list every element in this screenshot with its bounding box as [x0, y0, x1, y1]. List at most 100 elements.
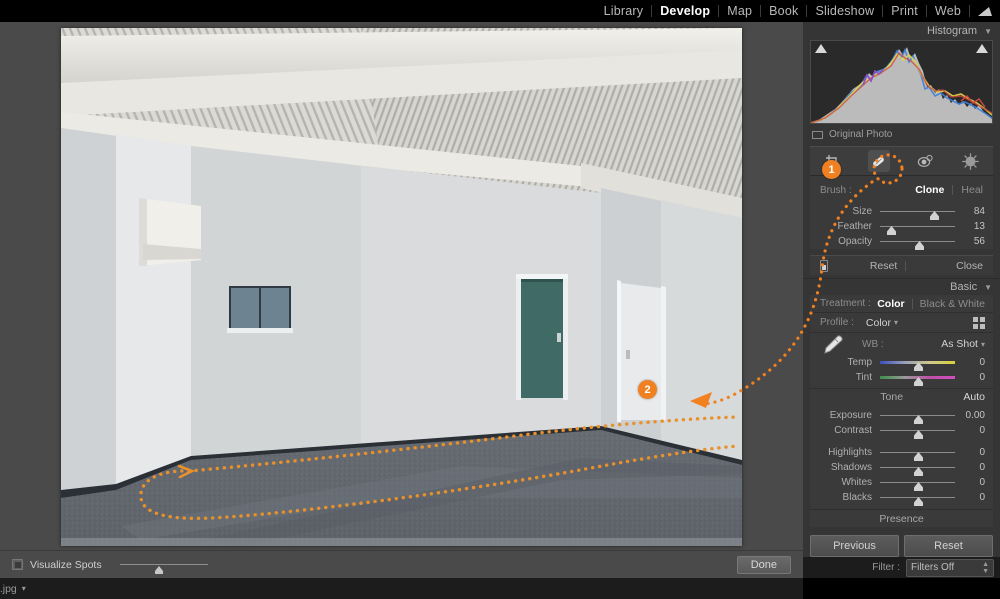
feather-label: Feather: [837, 221, 872, 232]
slider-knob[interactable]: [913, 463, 923, 476]
shadows-slider[interactable]: [880, 461, 955, 476]
temp-slider[interactable]: [880, 356, 955, 371]
previous-button[interactable]: Previous: [810, 535, 899, 557]
tone-auto-button[interactable]: Auto: [963, 391, 985, 403]
size-slider[interactable]: [880, 205, 955, 220]
whites-value[interactable]: 0: [963, 477, 985, 488]
tint-label: Tint: [855, 372, 872, 383]
histogram-graph[interactable]: [810, 40, 993, 124]
treatment-label: Treatment :: [820, 298, 871, 309]
chevron-down-icon[interactable]: ▼: [984, 283, 992, 292]
whites-label: Whites: [841, 477, 872, 488]
slider-knob[interactable]: [913, 448, 923, 461]
blacks-value[interactable]: 0: [963, 492, 985, 503]
loupe-toolbar: Visualize Spots Done: [0, 550, 803, 578]
done-button[interactable]: Done: [736, 555, 791, 574]
tint-slider[interactable]: [880, 371, 955, 386]
module-slideshow[interactable]: Slideshow: [807, 0, 882, 22]
visualize-spots-slider[interactable]: [119, 559, 208, 574]
annotation-badge-2: 2: [638, 380, 657, 399]
chevron-down-icon[interactable]: ▼: [984, 27, 992, 36]
slider-knob[interactable]: [887, 222, 897, 235]
basic-panel-header[interactable]: Basic ▼: [803, 278, 1000, 295]
wb-dropdown-icon[interactable]: ▾: [981, 340, 985, 349]
slider-knob[interactable]: [913, 478, 923, 491]
shadows-value[interactable]: 0: [963, 462, 985, 473]
slider-knob[interactable]: [913, 493, 923, 506]
exposure-value[interactable]: 0.00: [963, 410, 985, 421]
visualize-spots-label: Visualize Spots: [30, 558, 102, 571]
whites-slider-row: Whites 0: [810, 475, 993, 491]
highlights-slider[interactable]: [880, 446, 955, 461]
filmstrip-filename: e.jpg: [0, 582, 17, 595]
histogram-header[interactable]: Histogram ▼: [803, 22, 1000, 40]
blacks-slider-row: Blacks 0: [810, 490, 993, 506]
contrast-slider-row: Contrast 0: [810, 423, 993, 439]
original-photo-row[interactable]: Original Photo: [803, 124, 1000, 146]
masking-tool[interactable]: [960, 150, 982, 172]
module-develop[interactable]: Develop: [652, 0, 718, 22]
slider-knob[interactable]: [913, 426, 923, 439]
filter-label: Filter :: [872, 562, 900, 573]
highlights-value[interactable]: 0: [963, 447, 985, 458]
slider-knob[interactable]: [913, 373, 923, 386]
profile-value[interactable]: Color: [866, 317, 891, 329]
profile-browser-grid-icon[interactable]: [973, 316, 985, 329]
tone-label: Tone: [880, 390, 904, 403]
filter-select[interactable]: Filters Off ▲ ▼: [906, 558, 994, 577]
brush-mode-heal[interactable]: Heal: [961, 184, 983, 196]
opacity-slider[interactable]: [880, 235, 955, 250]
contrast-slider[interactable]: [880, 424, 955, 439]
spot-close-button[interactable]: Close: [956, 260, 983, 272]
module-separator: [969, 5, 970, 17]
module-print[interactable]: Print: [883, 0, 926, 22]
filter-select-arrow-icon[interactable]: ▲ ▼: [982, 561, 989, 575]
temp-value[interactable]: 0: [963, 357, 985, 368]
opacity-value[interactable]: 56: [963, 236, 985, 247]
module-map[interactable]: Map: [719, 0, 760, 22]
profile-label: Profile :: [820, 317, 854, 328]
blacks-label: Blacks: [842, 492, 872, 503]
module-book[interactable]: Book: [761, 0, 806, 22]
option-separator: [911, 298, 913, 309]
treatment-black-and-white[interactable]: Black & White: [920, 298, 985, 310]
module-web[interactable]: Web: [927, 0, 969, 22]
loupe-photo[interactable]: [61, 28, 742, 546]
white-balance-eyedropper-icon[interactable]: [818, 334, 844, 359]
slider-knob[interactable]: [930, 207, 939, 220]
exposure-slider[interactable]: [880, 409, 955, 424]
slider-knob[interactable]: [154, 561, 163, 574]
blacks-slider[interactable]: [880, 491, 955, 506]
profile-dropdown-icon[interactable]: ▾: [894, 318, 898, 327]
wb-label: WB :: [862, 338, 884, 350]
brush-mode-clone[interactable]: Clone: [915, 184, 944, 196]
panel-switch-icon[interactable]: [820, 259, 828, 272]
contrast-value[interactable]: 0: [963, 425, 985, 436]
module-library[interactable]: Library: [596, 0, 652, 22]
visualize-spots-checkbox[interactable]: [12, 559, 23, 570]
shadow-clipping-triangle-icon[interactable]: [815, 44, 827, 53]
white-balance-row: WB : As Shot ▾: [810, 333, 993, 355]
spot-removal-tool[interactable]: [867, 150, 890, 172]
shadows-slider-row: Shadows 0: [810, 460, 993, 476]
wb-value[interactable]: As Shot: [941, 338, 978, 350]
spot-reset-button[interactable]: Reset: [870, 260, 897, 272]
whites-slider[interactable]: [880, 476, 955, 491]
tint-value[interactable]: 0: [963, 372, 985, 383]
slider-knob[interactable]: [915, 237, 924, 250]
module-picker-bar: Library Develop Map Book Slideshow Print…: [0, 0, 1000, 22]
slider-knob[interactable]: [913, 358, 923, 371]
treatment-color[interactable]: Color: [877, 298, 904, 310]
feather-value[interactable]: 13: [963, 221, 985, 232]
cloud-sync-icon[interactable]: [974, 0, 996, 22]
highlight-clipping-triangle-icon[interactable]: [976, 44, 988, 53]
feather-slider[interactable]: [880, 220, 955, 235]
size-value[interactable]: 84: [963, 206, 985, 217]
exposure-label: Exposure: [829, 410, 872, 421]
basic-panel-title: Basic: [950, 281, 978, 293]
red-eye-correction-tool[interactable]: [914, 150, 936, 172]
filmstrip-bar: e.jpg ▾: [0, 578, 803, 599]
reset-button[interactable]: Reset: [904, 535, 993, 557]
slider-knob[interactable]: [913, 411, 923, 424]
chevron-down-icon[interactable]: ▾: [22, 584, 26, 593]
